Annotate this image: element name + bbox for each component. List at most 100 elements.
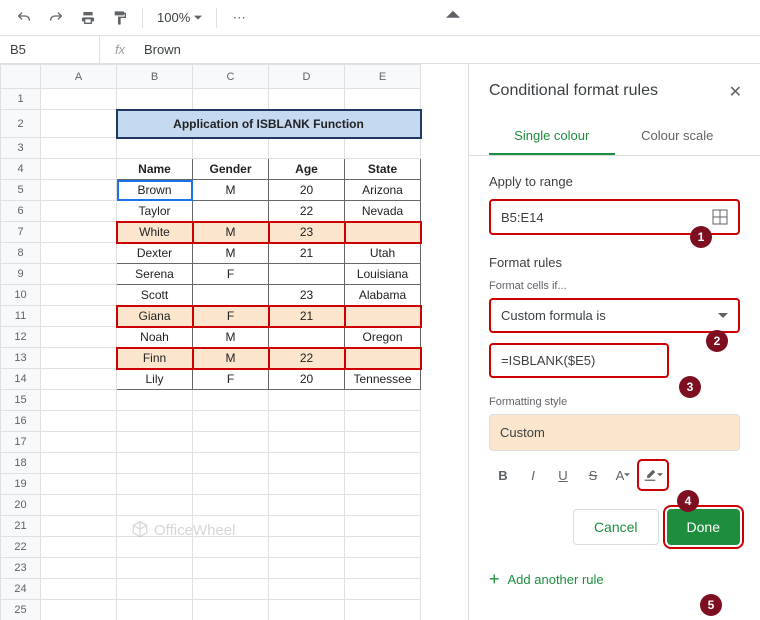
row-header[interactable]: 15 xyxy=(1,390,41,411)
row-header[interactable]: 6 xyxy=(1,201,41,222)
cell[interactable] xyxy=(41,516,117,537)
cell[interactable] xyxy=(41,390,117,411)
cell[interactable] xyxy=(117,495,193,516)
cell[interactable] xyxy=(193,558,269,579)
cell[interactable] xyxy=(193,390,269,411)
cell[interactable] xyxy=(345,138,421,159)
cell[interactable] xyxy=(345,306,421,327)
col-header[interactable]: B xyxy=(117,65,193,89)
cell[interactable] xyxy=(41,201,117,222)
cell[interactable]: M xyxy=(193,348,269,369)
cell[interactable]: Giana xyxy=(117,306,193,327)
cell[interactable] xyxy=(345,222,421,243)
add-another-rule[interactable]: +Add another rule xyxy=(489,561,740,598)
row-header[interactable]: 2 xyxy=(1,110,41,138)
cell[interactable] xyxy=(41,432,117,453)
col-header[interactable]: D xyxy=(269,65,345,89)
cell[interactable] xyxy=(345,537,421,558)
cell[interactable]: Scott xyxy=(117,285,193,306)
cell[interactable] xyxy=(41,495,117,516)
cell[interactable]: Alabama xyxy=(345,285,421,306)
cell[interactable] xyxy=(41,110,117,138)
cell[interactable] xyxy=(193,201,269,222)
italic-button[interactable]: I xyxy=(519,461,547,489)
underline-button[interactable]: U xyxy=(549,461,577,489)
col-header[interactable]: E xyxy=(345,65,421,89)
cell[interactable] xyxy=(269,474,345,495)
row-header[interactable]: 24 xyxy=(1,579,41,600)
cell[interactable] xyxy=(269,264,345,285)
cell[interactable]: Oregon xyxy=(345,327,421,348)
cell[interactable] xyxy=(345,516,421,537)
row-header[interactable]: 11 xyxy=(1,306,41,327)
cell[interactable]: Louisiana xyxy=(345,264,421,285)
cell[interactable] xyxy=(41,285,117,306)
cell[interactable] xyxy=(41,327,117,348)
cell[interactable] xyxy=(269,537,345,558)
cell[interactable]: M xyxy=(193,180,269,201)
cell[interactable] xyxy=(345,474,421,495)
cell[interactable]: Name xyxy=(117,159,193,180)
row-header[interactable]: 18 xyxy=(1,453,41,474)
print-icon[interactable] xyxy=(74,4,102,32)
condition-select[interactable]: Custom formula is xyxy=(489,298,740,333)
collapse-panel-icon[interactable] xyxy=(446,8,460,22)
cell[interactable] xyxy=(269,600,345,620)
cell[interactable] xyxy=(345,89,421,110)
cell[interactable]: White xyxy=(117,222,193,243)
style-preview[interactable]: Custom xyxy=(489,414,740,451)
cell[interactable] xyxy=(41,306,117,327)
cell[interactable]: 20 xyxy=(269,180,345,201)
cell[interactable]: 21 xyxy=(269,306,345,327)
cell[interactable] xyxy=(41,138,117,159)
cell[interactable]: 21 xyxy=(269,243,345,264)
cell[interactable] xyxy=(345,600,421,620)
cell[interactable] xyxy=(345,495,421,516)
cell[interactable] xyxy=(117,453,193,474)
cancel-button[interactable]: Cancel xyxy=(573,509,659,545)
cell[interactable]: Taylor xyxy=(117,201,193,222)
cell[interactable] xyxy=(269,516,345,537)
cell[interactable] xyxy=(117,390,193,411)
cell[interactable]: Serena xyxy=(117,264,193,285)
cell[interactable] xyxy=(269,432,345,453)
cell[interactable] xyxy=(193,600,269,620)
tab-single-colour[interactable]: Single colour xyxy=(489,118,615,155)
cell[interactable] xyxy=(41,453,117,474)
cell[interactable]: Brown xyxy=(117,180,193,201)
row-header[interactable]: 23 xyxy=(1,558,41,579)
row-header[interactable]: 12 xyxy=(1,327,41,348)
cell[interactable] xyxy=(269,558,345,579)
cell[interactable] xyxy=(41,369,117,390)
cell[interactable] xyxy=(117,600,193,620)
cell[interactable]: Dexter xyxy=(117,243,193,264)
col-header[interactable]: A xyxy=(41,65,117,89)
cell[interactable]: Tennessee xyxy=(345,369,421,390)
cell[interactable]: M xyxy=(193,243,269,264)
cell[interactable] xyxy=(41,558,117,579)
text-color-button[interactable]: A xyxy=(609,461,637,489)
cell[interactable] xyxy=(345,432,421,453)
cell[interactable] xyxy=(269,327,345,348)
cell[interactable]: 22 xyxy=(269,348,345,369)
cell[interactable] xyxy=(117,89,193,110)
cell[interactable] xyxy=(269,138,345,159)
cell[interactable]: F xyxy=(193,369,269,390)
cell[interactable]: F xyxy=(193,264,269,285)
cell[interactable]: F xyxy=(193,306,269,327)
cell[interactable] xyxy=(41,600,117,620)
cell[interactable] xyxy=(41,89,117,110)
cell[interactable] xyxy=(345,579,421,600)
cell[interactable] xyxy=(269,495,345,516)
row-header[interactable]: 17 xyxy=(1,432,41,453)
cell[interactable] xyxy=(117,558,193,579)
col-header[interactable]: C xyxy=(193,65,269,89)
cell[interactable] xyxy=(117,411,193,432)
cell[interactable] xyxy=(269,579,345,600)
row-header[interactable]: 5 xyxy=(1,180,41,201)
row-header[interactable]: 1 xyxy=(1,89,41,110)
cell[interactable] xyxy=(41,243,117,264)
cell[interactable]: Arizona xyxy=(345,180,421,201)
cell[interactable] xyxy=(41,222,117,243)
row-header[interactable]: 3 xyxy=(1,138,41,159)
